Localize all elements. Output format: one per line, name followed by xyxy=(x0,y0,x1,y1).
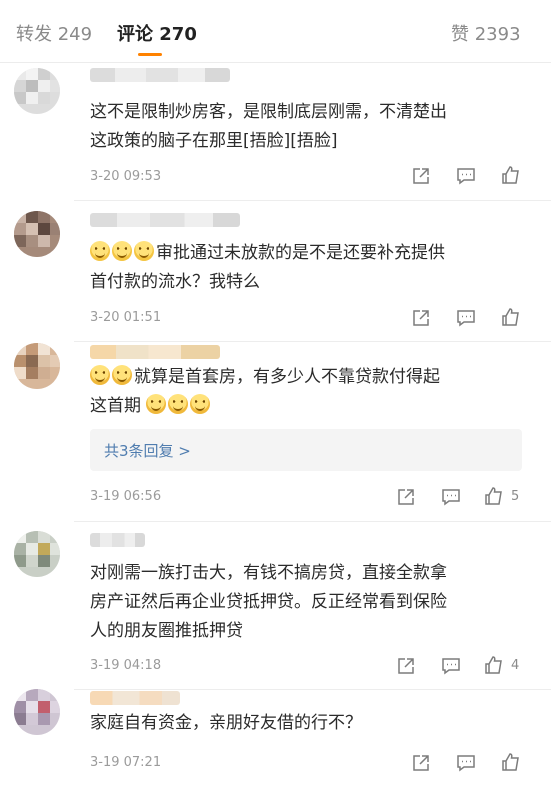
emoji-cry-icon xyxy=(146,394,167,414)
share-icon[interactable] xyxy=(396,487,416,507)
like-count: 5 xyxy=(511,489,520,504)
like-count: 4 xyxy=(511,658,520,673)
comment-time: 3-19 04:18 xyxy=(90,658,162,673)
comment-icon[interactable] xyxy=(456,166,476,186)
comment-line: 房产证然后再企业贷抵押贷。反正经常看到保险 xyxy=(90,592,447,612)
comment-text: 审批通过未放款的是不是还要补充提供 首付款的流水？我特么 xyxy=(90,239,530,297)
username[interactable] xyxy=(90,213,240,227)
emoji-smile-icon xyxy=(112,241,132,261)
emoji-cry-icon xyxy=(168,394,189,414)
comment-line: 这不是限制炒房客，是限制底层刚需，不清楚出 xyxy=(90,102,447,122)
share-icon[interactable] xyxy=(396,656,416,676)
comment-icon[interactable] xyxy=(441,656,461,676)
like-icon[interactable] xyxy=(484,486,504,506)
comment-line: 这首期 xyxy=(90,396,141,416)
share-icon[interactable] xyxy=(411,166,431,186)
avatar[interactable] xyxy=(14,531,60,577)
emoji-cry-icon xyxy=(90,365,110,385)
comment-line: 这政策的脑子在那里[捂脸][捂脸] xyxy=(90,131,338,151)
avatar[interactable] xyxy=(14,343,60,389)
comment-text: 就算是首套房，有多少人不靠贷款付得起 这首期 xyxy=(90,363,530,421)
username[interactable] xyxy=(90,533,145,547)
view-replies-link[interactable]: 共3条回复 > xyxy=(104,440,191,461)
comment-time: 3-19 07:21 xyxy=(90,755,162,770)
tab-repost[interactable]: 转发 249 xyxy=(16,20,92,46)
comment-line: 家庭自有资金，亲朋好友借的行不？ xyxy=(90,713,362,733)
comment-line: 首付款的流水？我特么 xyxy=(90,272,260,292)
username[interactable] xyxy=(90,691,180,705)
comment-line: 对刚需一族打击大，有钱不搞房贷，直接全款拿 xyxy=(90,563,447,583)
reply-summary[interactable]: 共3条回复 > xyxy=(90,429,522,471)
comment-time: 3-20 01:51 xyxy=(90,310,162,325)
emoji-smile-icon xyxy=(90,241,110,261)
username[interactable] xyxy=(90,68,230,82)
divider xyxy=(74,341,551,342)
tab-likes[interactable]: 赞 2393 xyxy=(451,20,521,46)
avatar[interactable] xyxy=(14,68,60,114)
comment-time: 3-19 06:56 xyxy=(90,489,162,504)
avatar[interactable] xyxy=(14,689,60,735)
like-icon[interactable] xyxy=(501,165,521,185)
divider xyxy=(74,689,551,690)
divider xyxy=(74,200,551,201)
username[interactable] xyxy=(90,345,220,359)
like-icon[interactable] xyxy=(484,655,504,675)
emoji-smile-icon xyxy=(134,241,154,261)
share-icon[interactable] xyxy=(411,308,431,328)
comment-tabs: 转发 249 评论 270 赞 2393 xyxy=(0,0,551,62)
comment-line: 审批通过未放款的是不是还要补充提供 xyxy=(156,243,445,263)
comment-text: 这不是限制炒房客，是限制底层刚需，不清楚出 这政策的脑子在那里[捂脸][捂脸] xyxy=(90,98,530,156)
tab-comments[interactable]: 评论 270 xyxy=(117,20,197,46)
active-tab-indicator xyxy=(138,53,162,56)
like-icon[interactable] xyxy=(501,752,521,772)
divider xyxy=(0,62,551,63)
emoji-cry-icon xyxy=(190,394,211,414)
comment-line: 人的朋友圈推抵押贷 xyxy=(90,621,243,641)
like-icon[interactable] xyxy=(501,307,521,327)
divider xyxy=(74,521,551,522)
avatar[interactable] xyxy=(14,211,60,257)
comment-text: 对刚需一族打击大，有钱不搞房贷，直接全款拿 房产证然后再企业贷抵押贷。反正经常看… xyxy=(90,559,530,646)
comment-icon[interactable] xyxy=(456,308,476,328)
comment-line: 就算是首套房，有多少人不靠贷款付得起 xyxy=(134,367,440,387)
emoji-cry-icon xyxy=(112,365,132,385)
comment-icon[interactable] xyxy=(441,487,461,507)
comment-icon[interactable] xyxy=(456,753,476,773)
share-icon[interactable] xyxy=(411,753,431,773)
comment-text: 家庭自有资金，亲朋好友借的行不？ xyxy=(90,709,530,738)
comment-time: 3-20 09:53 xyxy=(90,169,162,184)
